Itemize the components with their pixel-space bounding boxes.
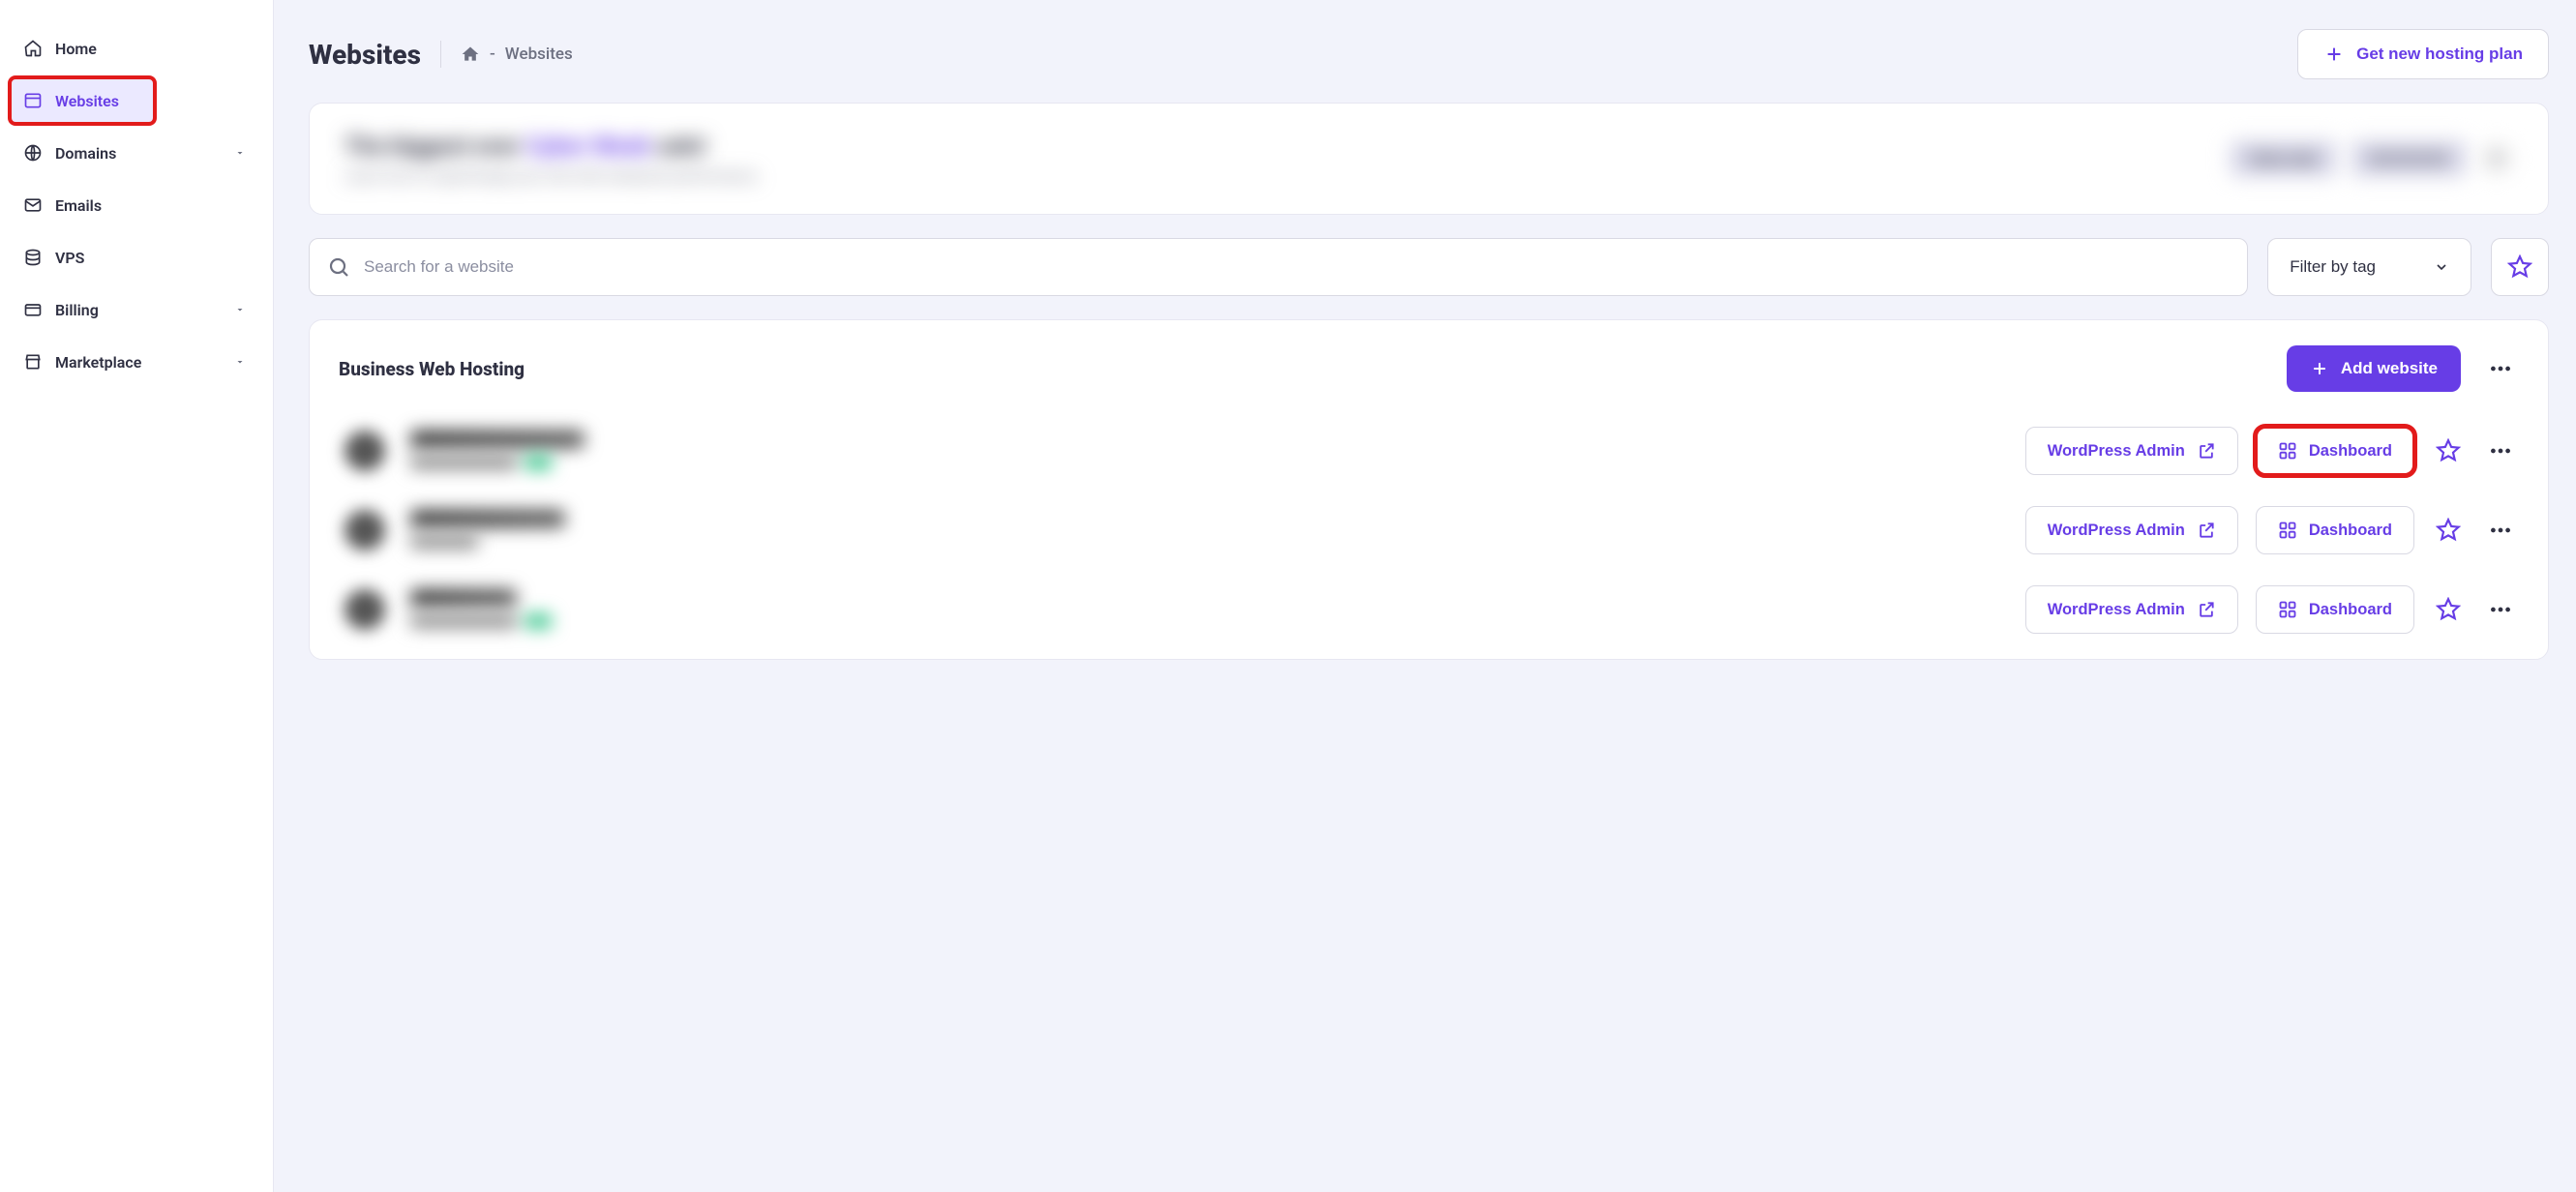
sidebar-item-label: Billing [55,301,99,319]
search-icon [327,255,350,279]
wordpress-admin-button[interactable]: WordPress Admin [2025,585,2238,634]
sidebar-item-label: Home [55,40,97,58]
star-icon [2436,597,2461,622]
button-label: Get new hosting plan [2356,45,2523,64]
plus-icon [2323,44,2345,65]
chevron-down-icon [234,304,246,315]
hosting-plan-card: Business Web Hosting Add website [309,319,2549,660]
dashboard-icon [2278,521,2297,540]
divider [440,41,441,68]
sidebar: Home Websites Domains Emails VPS Billing [0,0,274,1192]
breadcrumb[interactable]: - Websites [461,45,573,64]
favorite-toggle[interactable] [2432,434,2465,467]
hosting-plan-title: Business Web Hosting [339,358,524,380]
sidebar-item-websites[interactable]: Websites [10,77,155,124]
site-info[interactable] [410,589,2008,630]
search-input[interactable] [364,257,2230,277]
button-label: Dashboard [2309,601,2392,619]
row-more-button[interactable] [2482,512,2519,549]
filter-bar: Filter by tag [309,238,2549,296]
more-horizontal-icon [2488,356,2513,381]
sidebar-item-label: Emails [55,196,102,215]
website-row: WordPress Admin Dashboard [339,570,2519,649]
plan-more-button[interactable] [2482,350,2519,387]
sidebar-item-domains[interactable]: Domains [10,130,263,176]
website-row: WordPress Admin Dashboard [339,411,2519,491]
page-title: Websites [309,39,421,71]
database-icon [23,248,43,267]
row-more-button[interactable] [2482,432,2519,469]
site-avatar [344,589,385,630]
star-icon [2436,438,2461,463]
wordpress-admin-button[interactable]: WordPress Admin [2025,506,2238,554]
site-info[interactable] [410,510,2008,551]
sidebar-item-vps[interactable]: VPS [10,234,263,281]
breadcrumb-sep: - [490,45,495,64]
filter-label: Filter by tag [2290,257,2376,277]
card-icon [23,300,43,319]
star-icon [2507,254,2532,280]
promo-timer: 00 00 00 00 [2351,140,2467,177]
sidebar-item-label: VPS [55,249,84,267]
page-header: Websites - Websites Get new hosting plan [309,29,2549,79]
close-icon[interactable]: ✕ [2480,142,2513,175]
plus-icon [2310,359,2329,378]
mail-icon [23,195,43,215]
more-horizontal-icon [2488,518,2513,543]
promo-cta-button[interactable]: Claim deal [2230,140,2337,177]
store-icon [23,352,43,372]
sidebar-item-label: Domains [55,144,116,163]
favorite-toggle[interactable] [2432,593,2465,626]
sidebar-item-home[interactable]: Home [10,25,263,72]
dashboard-icon [2278,600,2297,619]
button-label: WordPress Admin [2048,522,2185,540]
external-link-icon [2197,521,2216,540]
sidebar-item-billing[interactable]: Billing [10,286,263,333]
chevron-down-icon [2434,259,2449,275]
promo-subtext: Learn how to supercharge your site with … [344,167,761,185]
promo-headline: The biggest ever Cyber Week sale! [344,133,761,160]
wordpress-admin-button[interactable]: WordPress Admin [2025,427,2238,475]
promo-banner: The biggest ever Cyber Week sale! Learn … [309,103,2549,215]
add-website-button[interactable]: Add website [2287,345,2461,392]
main-content: Websites - Websites Get new hosting plan… [274,0,2576,1192]
row-more-button[interactable] [2482,591,2519,628]
sidebar-item-label: Marketplace [55,353,141,372]
dashboard-button[interactable]: Dashboard [2256,427,2414,475]
get-new-hosting-plan-button[interactable]: Get new hosting plan [2297,29,2549,79]
home-icon [461,45,480,64]
chevron-down-icon [234,356,246,368]
breadcrumb-current: Websites [505,45,573,64]
globe-icon [23,143,43,163]
more-horizontal-icon [2488,597,2513,622]
more-horizontal-icon [2488,438,2513,463]
button-label: Add website [2341,359,2438,378]
sidebar-item-marketplace[interactable]: Marketplace [10,339,263,385]
dashboard-button[interactable]: Dashboard [2256,585,2414,634]
chevron-down-icon [234,147,246,159]
website-row: WordPress Admin Dashboard [339,491,2519,570]
filter-by-tag-dropdown[interactable]: Filter by tag [2267,238,2471,296]
dashboard-icon [2278,441,2297,461]
dashboard-button[interactable]: Dashboard [2256,506,2414,554]
button-label: Dashboard [2309,442,2392,461]
star-icon [2436,518,2461,543]
favorites-filter-button[interactable] [2491,238,2549,296]
button-label: WordPress Admin [2048,601,2185,619]
external-link-icon [2197,441,2216,461]
site-avatar [344,510,385,551]
window-icon [23,91,43,110]
sidebar-item-label: Websites [55,92,119,110]
site-avatar [344,431,385,471]
favorite-toggle[interactable] [2432,514,2465,547]
button-label: Dashboard [2309,522,2392,540]
external-link-icon [2197,600,2216,619]
button-label: WordPress Admin [2048,442,2185,461]
search-input-wrapper[interactable] [309,238,2248,296]
site-info[interactable] [410,431,2008,471]
home-icon [23,39,43,58]
sidebar-item-emails[interactable]: Emails [10,182,263,228]
